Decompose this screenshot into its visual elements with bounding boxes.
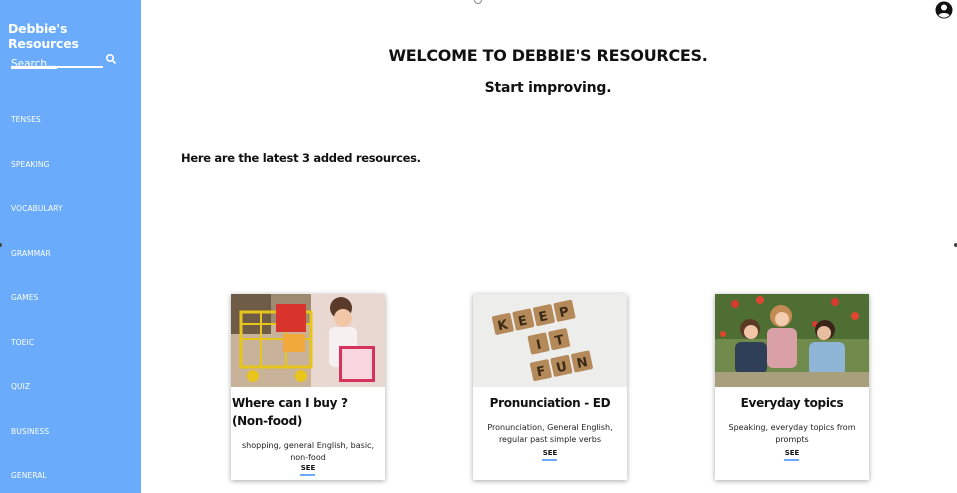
see-link[interactable]: SEE [715,449,869,457]
latest-resources-heading: Here are the latest 3 added resources. [181,151,421,165]
card-description: Pronunciation, General English, regular … [487,423,613,444]
see-link[interactable]: SEE [473,449,627,457]
page-subtitle: Start improving. [484,80,612,96]
sidebar-item-quiz[interactable]: QUIZ [11,382,30,391]
search-placeholder: Search... [11,58,58,70]
sidebar-item-grammar[interactable]: GRAMMAR [11,249,51,258]
see-underline [542,459,557,461]
resource-card-everyday-topics[interactable]: Everyday topics Speaking, everyday topic… [715,294,869,480]
search-input[interactable]: Search... [11,52,103,70]
card-title[interactable]: Pronunciation - ED [473,394,627,412]
sidebar-item-general[interactable]: GENERAL [11,471,47,480]
resource-card-shopping[interactable]: Where can I buy ? (Non-food) shopping, g… [231,294,385,480]
brand-title[interactable]: Debbie's Resources [8,21,138,51]
search-icon[interactable] [105,53,117,65]
top-indicator [474,0,482,4]
sidebar-item-tenses[interactable]: TENSES [11,115,41,124]
card-image-scrabble[interactable]: K E E P I T F U N [473,294,627,387]
card-title[interactable]: Where can I buy ? (Non-food) [231,394,385,430]
resource-card-pronunciation[interactable]: K E E P I T F U N Pronunciation - ED Pro… [473,294,627,480]
see-underline [784,459,799,461]
card-title[interactable]: Everyday topics [715,394,869,412]
sidebar-item-toeic[interactable]: TOEIC [11,338,34,347]
sidebar: Debbie's Resources Search... TENSES SPEA… [0,0,141,493]
card-image-shopping-cart[interactable] [231,294,385,387]
sidebar-item-games[interactable]: GAMES [11,293,38,302]
see-link[interactable]: SEE [231,464,385,472]
card-description: Speaking, everyday topics from prompts [728,423,856,444]
sidebar-item-business[interactable]: BUSINESS [11,427,49,436]
page-title: WELCOME TO DEBBIE'S RESOURCES. [388,46,708,65]
sidebar-item-vocabulary[interactable]: VOCABULARY [11,204,63,213]
card-description: shopping, general English, basic, non-fo… [242,441,374,462]
card-image-friends-talking[interactable] [715,294,869,387]
see-underline [300,474,315,476]
sidebar-item-speaking[interactable]: SPEAKING [11,160,50,169]
account-circle-icon[interactable] [934,0,954,20]
